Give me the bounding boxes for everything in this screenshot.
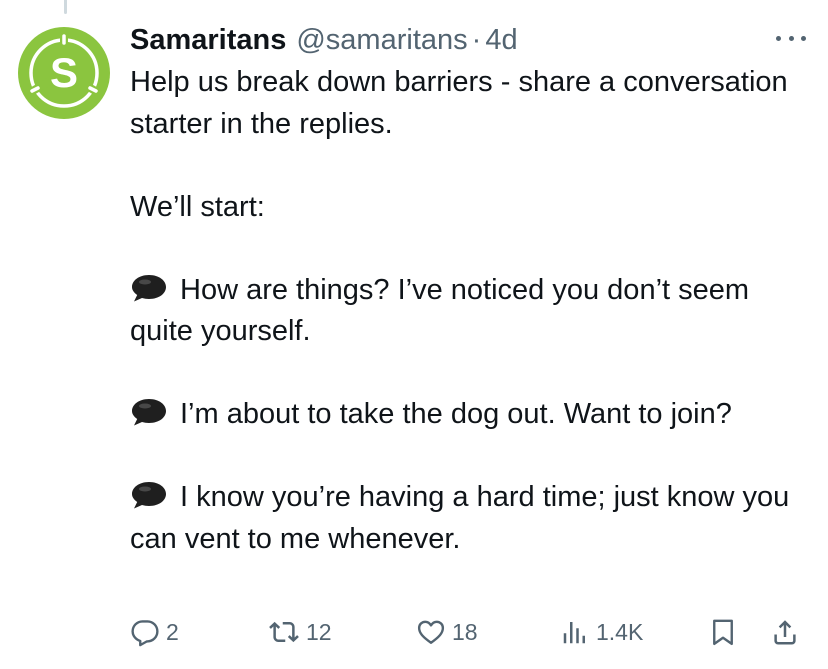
conversation-starter-text: I know you’re having a hard time; just k… xyxy=(130,481,790,555)
like-button[interactable]: 18 xyxy=(416,612,478,652)
repost-count: 12 xyxy=(306,618,332,645)
reply-button[interactable]: 2 xyxy=(130,612,179,652)
bookmark-button[interactable] xyxy=(708,612,738,652)
speech-balloon-icon xyxy=(130,273,168,303)
views-count: 1.4K xyxy=(596,618,644,645)
reply-icon xyxy=(131,620,159,647)
author-handle[interactable]: @samaritans xyxy=(296,20,467,60)
tweet-content: Samaritans @samaritans · 4d Help us brea… xyxy=(130,20,790,560)
speech-balloon-icon xyxy=(130,480,168,510)
repost-icon xyxy=(269,621,299,643)
more-dot xyxy=(776,35,781,41)
reply-count: 2 xyxy=(166,618,179,645)
heart-icon xyxy=(417,620,445,644)
author-name[interactable]: Samaritans xyxy=(130,20,286,60)
avatar[interactable]: S xyxy=(17,26,111,120)
more-options-button[interactable] xyxy=(776,28,806,48)
samaritans-logo-icon: S xyxy=(18,27,110,119)
conversation-starter-item: How are things? I’ve noticed you don’t s… xyxy=(130,270,790,353)
tweet-text-start: We’ll start: xyxy=(130,190,265,223)
header-separator: · xyxy=(471,24,482,56)
speech-balloon-icon xyxy=(130,397,168,427)
repost-button[interactable]: 12 xyxy=(268,612,332,652)
analytics-icon xyxy=(563,622,585,644)
conversation-starter-text: I’m about to take the dog out. Want to j… xyxy=(180,398,732,430)
conversation-starter-item: I know you’re having a hard time; just k… xyxy=(130,477,790,560)
share-icon xyxy=(774,620,796,645)
more-dot xyxy=(801,35,806,41)
conversation-starter-item: I’m about to take the dog out. Want to j… xyxy=(130,394,790,436)
avatar-letter: S xyxy=(50,49,78,96)
conversation-starter-text: How are things? I’ve noticed you don’t s… xyxy=(130,273,750,348)
tweet-text: Help us break down barriers - share a co… xyxy=(130,62,790,560)
tweet-timestamp[interactable]: 4d xyxy=(485,20,517,60)
bookmark-icon xyxy=(713,619,733,646)
like-count: 18 xyxy=(452,618,478,645)
tweet-actions-bar: 2 12 18 1.4K xyxy=(130,612,810,652)
more-dot xyxy=(788,35,794,41)
tweet-text-intro: Help us break down barriers - share a co… xyxy=(130,66,788,140)
tweet-header: Samaritans @samaritans · 4d xyxy=(130,20,790,60)
share-button[interactable] xyxy=(770,612,800,652)
views-button[interactable]: 1.4K xyxy=(560,612,643,652)
thread-connector-line xyxy=(64,0,67,14)
